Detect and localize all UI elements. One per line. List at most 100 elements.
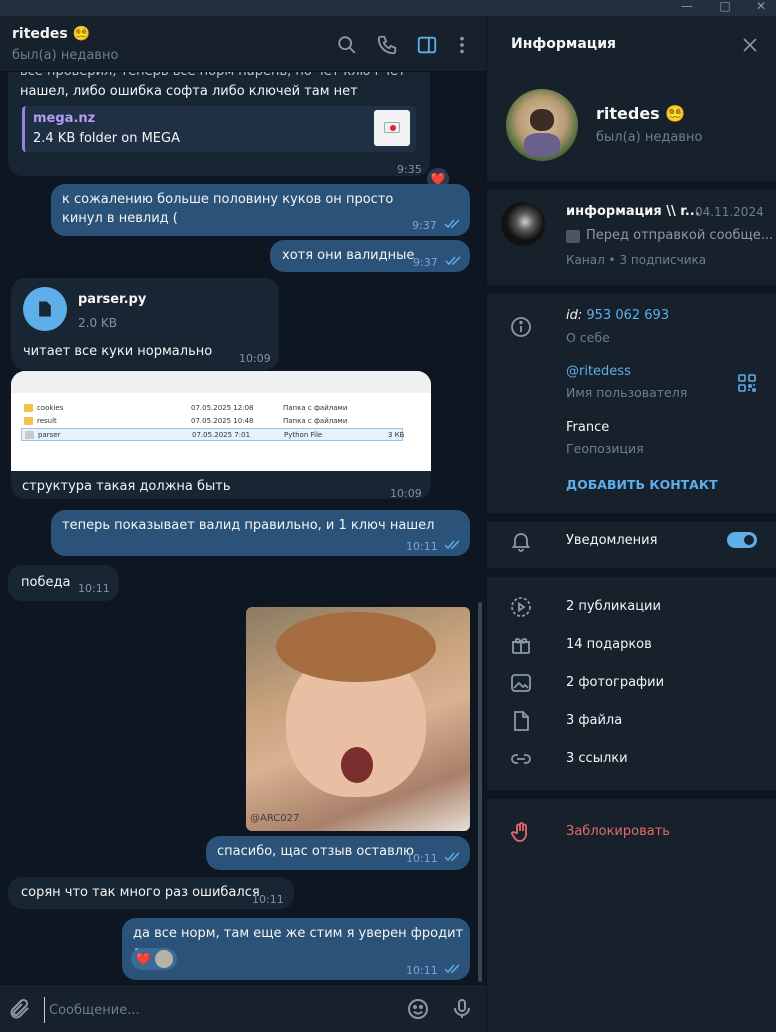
message-outgoing[interactable]: теперь показывает валид правильно, и 1 к… (51, 510, 470, 556)
chat-pane: ritedes 😵‍💫 был(а) недавно все проверил,… (0, 16, 486, 1032)
preview-thumbnail-icon (566, 230, 580, 243)
python-file-icon (25, 431, 34, 439)
location-value: France (566, 420, 610, 435)
close-icon[interactable] (743, 38, 757, 52)
sidebar-toggle-icon[interactable] (416, 34, 438, 56)
message-incoming[interactable]: сорян что так много раз ошибался 10:11 (8, 877, 294, 909)
read-checkmarks-icon (444, 540, 460, 550)
user-id-label: id: (566, 308, 583, 323)
message-text-partial: все проверил, теперь все норм парень, но… (20, 72, 420, 80)
separator (487, 285, 776, 293)
add-contact-button[interactable]: ДОБАВИТЬ КОНТАКТ (566, 477, 718, 492)
message-incoming-file[interactable]: parser.py 2.0 KB читает все куки нормаль… (11, 278, 279, 370)
chat-status: был(а) недавно (12, 48, 119, 63)
composer (0, 984, 486, 1032)
minimize-button[interactable]: — (672, 0, 702, 16)
read-checkmarks-icon (444, 219, 460, 229)
chat-header[interactable]: ritedes 😵‍💫 был(а) недавно (0, 16, 486, 72)
username-label: Имя пользователя (566, 385, 688, 400)
media-photos[interactable]: 2 фотографии (566, 675, 664, 690)
explorer-date: 07.05.2025 12:08 (191, 404, 254, 412)
media-files[interactable]: 3 файла (566, 713, 622, 728)
explorer-row: parser 07.05.2025 7:01 Python File 3 КБ (21, 428, 404, 441)
attach-icon[interactable] (8, 997, 32, 1021)
media-publications[interactable]: 2 публикации (566, 599, 661, 614)
message-time: 9:37 (412, 219, 437, 232)
user-id-value[interactable]: 953 062 693 (586, 308, 669, 323)
message-text: читает все куки нормально (23, 344, 213, 359)
message-time: 9:35 (397, 163, 422, 176)
message-time: 10:11 (406, 852, 438, 865)
media-links[interactable]: 3 ссылки (566, 751, 628, 766)
info-icon (509, 315, 533, 339)
notifications-toggle[interactable] (727, 532, 757, 548)
message-input[interactable] (44, 997, 394, 1023)
profile-status: был(а) недавно (596, 130, 703, 145)
qr-code-icon[interactable] (738, 374, 756, 392)
search-icon[interactable] (336, 34, 358, 56)
folder-icon (24, 417, 33, 425)
message-time: 9:37 (413, 256, 438, 269)
message-incoming[interactable]: победа 10:11 (8, 565, 119, 601)
notifications-label: Уведомления (566, 533, 658, 548)
media-gifts[interactable]: 14 подарков (566, 637, 652, 652)
photo-icon (509, 671, 533, 695)
chat-title[interactable]: ritedes 😵‍💫 (12, 26, 90, 42)
channel-meta: Канал • 3 подписчика (566, 253, 707, 267)
photo-watermark: @ARC027 (250, 813, 300, 824)
message-outgoing[interactable]: хотя они валидные 9:37 (270, 240, 470, 272)
profile-name: ritedes 😵‍💫 (596, 104, 686, 123)
photo-mouth (341, 747, 373, 783)
message-time: 10:11 (252, 893, 284, 906)
gift-icon (509, 633, 533, 657)
maximize-button[interactable]: □ (710, 0, 740, 16)
explorer-kind: Python File (284, 431, 323, 439)
link-icon (509, 747, 533, 771)
bell-icon (509, 529, 533, 553)
username-link[interactable]: @ritedess (566, 364, 631, 379)
personal-channel[interactable]: информация \\ r... 04.11.2024 Перед отпр… (487, 189, 776, 285)
more-options-icon[interactable] (451, 34, 473, 56)
close-window-button[interactable]: ✕ (746, 0, 776, 16)
emoji-icon[interactable] (406, 997, 430, 1021)
block-user-button[interactable]: Заблокировать (566, 824, 670, 839)
phone-icon[interactable] (376, 34, 398, 56)
info-panel: Информация ritedes 😵‍💫 был(а) недавно ин… (486, 16, 776, 1032)
message-time: 10:11 (406, 964, 438, 977)
message-time: 10:09 (239, 352, 271, 365)
photo-hair (276, 612, 436, 682)
message-outgoing[interactable]: спасибо, щас отзыв оставлю 10:11 (206, 836, 470, 870)
message-photo[interactable]: @ARC027 (246, 607, 470, 831)
reaction-chip[interactable]: ❤️ (131, 948, 177, 970)
reactor-avatar (155, 950, 173, 968)
explorer-kind: Папка с файлами (283, 417, 348, 425)
file-icon[interactable] (23, 287, 67, 331)
chat-scrollbar[interactable] (478, 602, 482, 982)
microphone-icon[interactable] (450, 997, 474, 1021)
read-checkmarks-icon (444, 964, 460, 974)
message-incoming-image[interactable]: cookies 07.05.2025 12:08 Папка с файлами re… (11, 371, 431, 499)
explorer-kind: Папка с файлами (283, 404, 348, 412)
message-time: 10:09 (390, 487, 422, 499)
explorer-name: result (37, 417, 57, 425)
message-text: нашел, либо ошибка софта либо ключей там… (20, 84, 358, 99)
message-outgoing[interactable]: да все норм, там еще же стим я уверен фр… (122, 918, 470, 980)
file-name[interactable]: parser.py (78, 290, 146, 309)
message-incoming[interactable]: все проверил, теперь все норм парень, но… (8, 72, 430, 176)
link-preview[interactable]: mega.nz 2.4 KB folder on MEGA (22, 106, 416, 152)
message-list[interactable]: все проверил, теперь все норм парень, но… (0, 72, 486, 984)
explorer-screenshot[interactable]: cookies 07.05.2025 12:08 Папка с файлами re… (11, 371, 431, 471)
info-header: Информация (487, 16, 776, 72)
user-id[interactable]: id: 953 062 693 (566, 308, 669, 323)
message-outgoing[interactable]: к сожалению больше половину куков он про… (51, 184, 470, 236)
channel-avatar (501, 202, 545, 246)
separator (487, 790, 776, 799)
read-checkmarks-icon (444, 852, 460, 862)
profile-avatar[interactable] (506, 89, 578, 161)
message-time: 10:11 (406, 540, 438, 553)
link-site[interactable]: mega.nz (33, 109, 95, 128)
separator (487, 181, 776, 189)
separator (487, 513, 776, 522)
message-text: победа (21, 575, 71, 590)
file-icon (509, 709, 533, 733)
